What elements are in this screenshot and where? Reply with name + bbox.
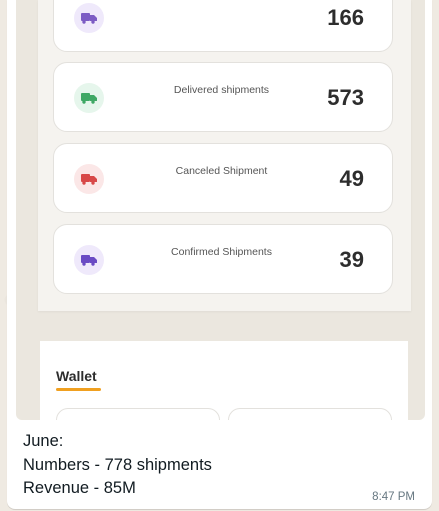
wallet-card xyxy=(228,408,392,420)
stat-card-delivered: Delivered shipments 573 xyxy=(53,62,393,132)
wallet-title-underline xyxy=(56,388,101,391)
wallet-title: Wallet xyxy=(56,368,97,384)
wallet-panel: Wallet xyxy=(40,341,408,420)
truck-icon xyxy=(74,164,104,194)
stat-value: 39 xyxy=(339,247,364,272)
message-line: Revenue - 85M xyxy=(23,479,136,497)
stat-label: Delivered shipments xyxy=(173,84,270,96)
stat-value: 166 xyxy=(327,5,364,30)
stat-card-confirmed: Confirmed Shipments 39 xyxy=(53,224,393,294)
attached-image[interactable]: 166 Delivered shipments 573 Canceled Shi… xyxy=(16,0,425,420)
truck-icon xyxy=(74,3,104,33)
message-text: June: Numbers - 778 shipments Revenue - … xyxy=(23,430,212,501)
message-line: June: xyxy=(23,432,64,450)
truck-icon xyxy=(74,83,104,113)
message-line: Numbers - 778 shipments xyxy=(23,455,212,474)
stat-card: 166 xyxy=(53,0,393,52)
stat-label: Confirmed Shipments xyxy=(171,246,272,258)
truck-icon xyxy=(74,245,104,275)
wallet-card xyxy=(56,408,220,420)
message-bubble: 166 Delivered shipments 573 Canceled Shi… xyxy=(7,0,432,509)
stat-label: Canceled Shipment xyxy=(175,165,268,177)
stat-card-canceled: Canceled Shipment 49 xyxy=(53,143,393,213)
stat-value: 49 xyxy=(339,166,364,191)
stat-value: 573 xyxy=(327,85,364,110)
message-timestamp: 8:47 PM xyxy=(372,491,415,503)
